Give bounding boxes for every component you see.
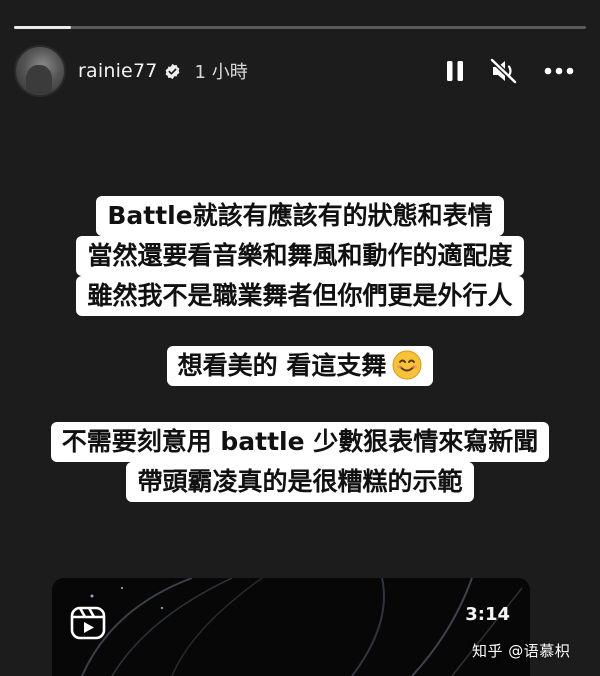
mute-button[interactable]	[490, 58, 518, 84]
text-line: Battle就該有應該有的狀態和表情	[96, 196, 504, 236]
text-block-3: 不需要刻意用 battle 少數狠表情來寫新聞 帶頭霸凌真的是很糟糕的示範	[0, 422, 600, 502]
story-progress-fill	[14, 26, 72, 29]
speaker-muted-icon	[490, 58, 518, 84]
pause-icon	[447, 61, 463, 81]
watermark: 知乎 @语慕枳	[472, 642, 571, 660]
text-line: 當然還要看音樂和舞風和動作的適配度	[76, 236, 524, 276]
text-line-content: 想看美的 看這支舞	[177, 351, 387, 380]
username[interactable]: rainie77	[78, 60, 158, 82]
post-time: 1 小時	[194, 62, 248, 83]
text-line: 雖然我不是職業舞者但你們更是外行人	[76, 276, 524, 316]
more-options-button[interactable]	[544, 67, 574, 75]
text-line: 不需要刻意用 battle 少數狠表情來寫新聞	[50, 422, 550, 462]
pause-button[interactable]	[446, 59, 464, 83]
story-progress-bar	[14, 26, 586, 29]
text-block-1: Battle就該有應該有的狀態和表情 當然還要看音樂和舞風和動作的適配度 雖然我…	[0, 196, 600, 316]
avatar[interactable]	[14, 45, 66, 97]
video-duration: 3:14	[465, 604, 510, 625]
video-thumbnail-graphic	[81, 578, 523, 676]
reel-video-thumbnail[interactable]: 3:14	[52, 578, 530, 676]
text-line: 帶頭霸凌真的是很糟糕的示範	[126, 462, 474, 502]
text-block-2: 想看美的 看這支舞	[0, 346, 600, 386]
reels-icon	[70, 606, 106, 640]
more-options-icon	[544, 67, 574, 75]
text-line: 想看美的 看這支舞	[166, 346, 434, 386]
story-header: rainie77 1 小時	[14, 45, 586, 97]
smiling-face-emoji-icon	[392, 350, 422, 380]
verified-badge-icon	[165, 63, 179, 79]
